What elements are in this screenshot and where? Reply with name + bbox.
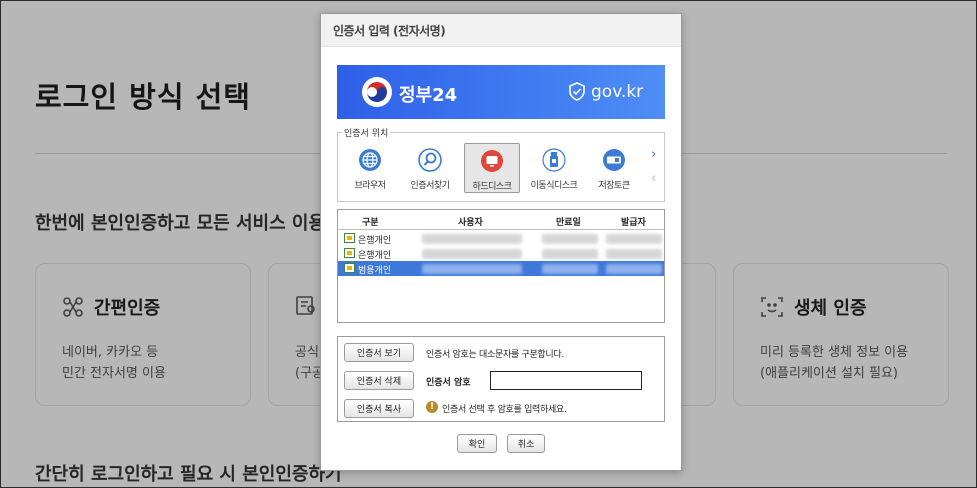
taegeuk-logo-icon bbox=[361, 76, 393, 108]
dialog-title: 인증서 입력 (전자서명) bbox=[333, 24, 446, 38]
password-label: 인증서 암호 bbox=[426, 378, 471, 388]
blurred-user bbox=[422, 234, 522, 244]
view-certificate-button[interactable]: 인증서 보기 bbox=[344, 343, 414, 362]
case-sensitive-note: 인증서 암호는 대소문자를 구분합니다. bbox=[426, 350, 564, 360]
password-field[interactable] bbox=[490, 371, 642, 390]
shield-check-icon bbox=[569, 82, 585, 105]
column-header-expiry: 만료일 bbox=[556, 218, 581, 228]
chevron-left-icon[interactable]: ‹ bbox=[651, 171, 656, 186]
location-harddisk[interactable]: 하드디스크 bbox=[464, 143, 520, 193]
magnifier-icon bbox=[418, 148, 442, 172]
location-label: 저장토큰 bbox=[598, 181, 630, 191]
banner-url: gov.kr bbox=[591, 82, 644, 102]
blurred-expiry bbox=[542, 234, 598, 244]
warning-icon: ! bbox=[426, 401, 438, 413]
blurred-issuer bbox=[606, 234, 662, 244]
blurred-expiry bbox=[542, 264, 598, 274]
location-removable-disk[interactable]: 이동식디스크 bbox=[526, 143, 582, 193]
location-find-certificate[interactable]: 인증서찾기 bbox=[402, 143, 458, 193]
row-type: 범용개인 bbox=[358, 266, 392, 276]
harddisk-icon bbox=[480, 149, 504, 173]
column-header-user: 사용자 bbox=[458, 218, 483, 228]
certificate-icon bbox=[344, 233, 355, 243]
column-header-type: 구분 bbox=[362, 218, 379, 228]
row-type: 은행개인 bbox=[358, 251, 392, 261]
certificate-icon bbox=[344, 248, 355, 258]
location-security-token[interactable]: 저장토큰 bbox=[586, 143, 642, 193]
table-row-selected[interactable]: 범용개인 bbox=[338, 261, 664, 276]
certificate-actions: 인증서 보기 인증서 암호는 대소문자를 구분합니다. 인증서 삭제 인증서 암… bbox=[337, 336, 665, 422]
ok-button[interactable]: 확인 bbox=[457, 434, 497, 453]
blurred-issuer bbox=[606, 264, 662, 274]
token-icon bbox=[602, 148, 626, 172]
location-label: 인증서찾기 bbox=[410, 181, 450, 191]
table-header: 구분 사용자 만료일 발급자 bbox=[338, 210, 664, 230]
table-row[interactable]: 은행개인 bbox=[338, 231, 664, 246]
copy-certificate-button[interactable]: 인증서 복사 bbox=[344, 399, 414, 418]
blurred-user bbox=[422, 249, 522, 259]
usb-icon bbox=[542, 148, 566, 172]
certificate-icon bbox=[344, 263, 355, 273]
globe-icon bbox=[358, 148, 382, 172]
chevron-right-icon[interactable]: › bbox=[651, 147, 656, 162]
dialog-titlebar[interactable]: 인증서 입력 (전자서명) bbox=[321, 14, 681, 47]
delete-certificate-button[interactable]: 인증서 삭제 bbox=[344, 371, 414, 390]
cancel-button[interactable]: 취소 bbox=[507, 434, 545, 453]
certificate-table: 구분 사용자 만료일 발급자 은행개인 은행개인 범용개인 bbox=[337, 209, 665, 323]
blurred-issuer bbox=[606, 249, 662, 259]
location-browser[interactable]: 브라우저 bbox=[342, 143, 398, 193]
location-label: 하드디스크 bbox=[472, 182, 512, 192]
column-header-issuer: 발급자 bbox=[621, 218, 646, 228]
blurred-user bbox=[422, 264, 522, 274]
row-type: 은행개인 bbox=[358, 236, 392, 246]
banner-name: 정부24 bbox=[399, 85, 458, 106]
certificate-dialog: 인증서 입력 (전자서명) 정부24 gov.kr 인증서 위치 브라우저 인증… bbox=[320, 13, 682, 471]
location-legend: 인증서 위치 bbox=[342, 126, 391, 139]
gov24-banner: 정부24 gov.kr bbox=[337, 65, 665, 119]
location-label: 브라우저 bbox=[354, 181, 386, 191]
warning-text: 인증서 선택 후 암호를 입력하세요. bbox=[442, 405, 567, 415]
blurred-expiry bbox=[542, 249, 598, 259]
table-row[interactable]: 은행개인 bbox=[338, 246, 664, 261]
location-label: 이동식디스크 bbox=[530, 181, 578, 191]
certificate-location-group: 인증서 위치 브라우저 인증서찾기 하드디스크 이동식디스크 저장토큰 › ‹ bbox=[337, 126, 665, 202]
